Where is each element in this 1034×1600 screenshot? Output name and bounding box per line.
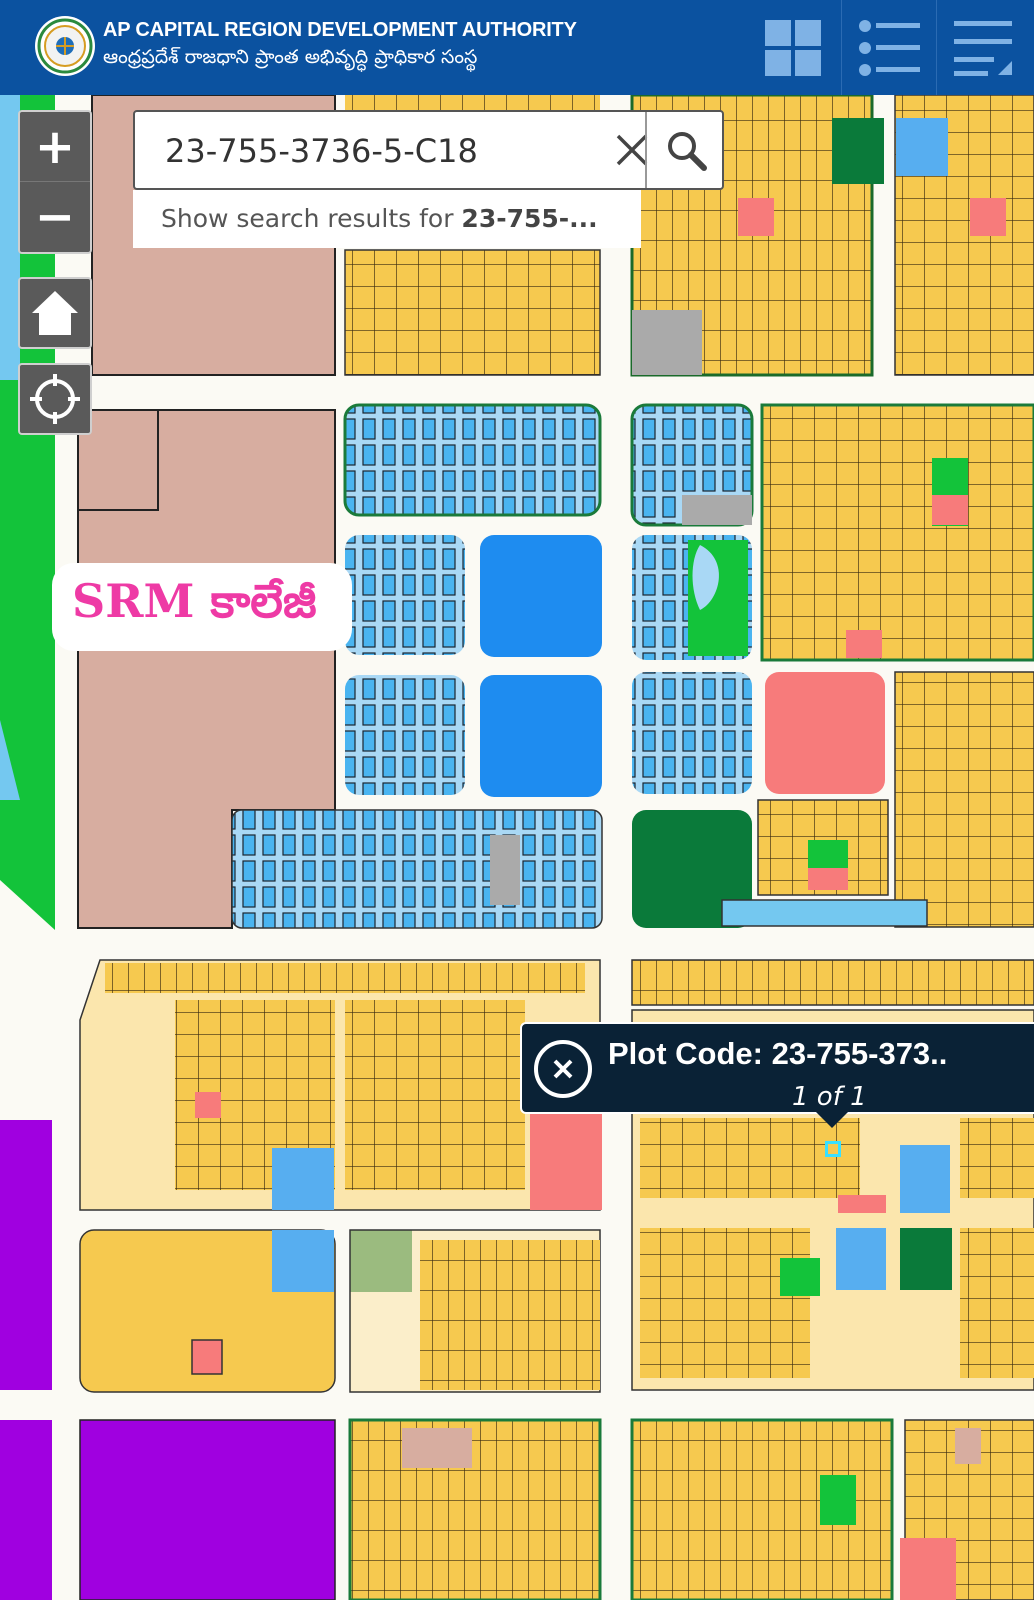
locate-icon [30,374,80,424]
park-1 [832,118,884,184]
grey-plot-2 [490,835,520,905]
title-english: AP CAPITAL REGION DEVELOPMENT AUTHORITY [103,19,577,41]
app-root: AP CAPITAL REGION DEVELOPMENT AUTHORITY … [0,0,1034,1600]
menu-icon [953,20,1012,76]
plots-low-6 [960,1118,1034,1198]
blue-block-1 [343,403,602,517]
pink-plot-9 [900,1538,956,1600]
green-plot-4 [820,1475,856,1525]
locate-button[interactable] [18,363,92,435]
plots-low-8 [960,1228,1034,1378]
home-button[interactable] [18,277,92,349]
pink-plot-7 [838,1195,886,1213]
blue-strip [721,899,928,927]
ap-emblem-logo [34,13,96,79]
search-button[interactable] [645,112,724,188]
water-body-1 [480,535,602,657]
pink-block-1 [765,672,885,794]
search-input[interactable]: 23-755-3736-5-C18 [165,132,478,170]
blue-plot-4 [836,1228,886,1290]
grid-view-button[interactable] [746,0,840,95]
water-strip [0,95,20,380]
pink-plot-4 [846,630,882,658]
blue-plot-1 [896,118,948,176]
close-icon [553,1059,573,1079]
popup-close-button[interactable] [534,1040,592,1098]
blue-block-4 [231,809,603,929]
suggestion-prefix: Show search results for [161,204,462,233]
pink-plot-2 [970,198,1006,236]
pink-plot-3 [932,495,968,525]
plots-top-1 [344,249,601,376]
grid-icon [765,19,821,76]
zoom-in-button[interactable]: + [20,112,90,182]
grey-plot-3 [682,495,752,525]
map-canvas[interactable] [0,93,1034,1600]
pink-plot-6 [195,1092,221,1118]
blue-block-2 [345,535,465,655]
purple-zone-3 [79,1419,336,1600]
pink-plot-8 [191,1339,223,1375]
blue-block-7 [632,672,752,794]
app-header: AP CAPITAL REGION DEVELOPMENT AUTHORITY … [0,0,1034,95]
plots-mid-1 [760,403,1034,662]
institutional-plot [402,1428,472,1468]
title-telugu: ఆంధ్రప్రదేశ్ రాజధాని ప్రాంత అభివృద్ధి ప్… [103,46,478,68]
purple-zone-2 [0,1420,52,1600]
blue-plot-3 [900,1145,950,1213]
plots-low-1 [105,963,585,993]
list-view-button[interactable] [841,0,935,95]
search-suggestion[interactable]: Show search results for 23-755-... [133,190,641,248]
purple-zone-1 [0,1120,52,1390]
grey-plot-1 [632,310,702,375]
plots-low-4 [631,959,1034,1006]
plots-mid-2 [894,671,1034,928]
water-body-2 [480,675,602,797]
list-icon [858,19,920,76]
plots-low-3 [345,1000,525,1190]
institutional-plot-2 [955,1428,981,1464]
srm-college-label: SRM కాలేజీ [52,563,352,651]
search-icon [667,132,707,171]
pink-plot-5 [808,868,848,890]
pink-plot-1 [738,198,774,236]
blue-plot-5 [272,1230,334,1292]
home-icon [32,291,78,335]
plots-bottom-1 [348,1418,602,1600]
selected-plot-marker[interactable] [825,1141,841,1157]
zoom-control: + − [18,110,92,254]
close-icon [616,134,648,166]
zoom-out-button[interactable]: − [20,182,90,252]
plot-popup: Plot Code: 23-755-373.. 1 of 1 [520,1022,1034,1114]
map-svg [0,93,1034,1600]
blue-block-3 [345,675,465,795]
plots-low-5 [640,1118,860,1198]
header-titles: AP CAPITAL REGION DEVELOPMENT AUTHORITY … [103,18,577,71]
park-3 [900,1228,952,1290]
plots-low-9 [420,1240,600,1390]
suggestion-term: 23-755-... [461,204,598,233]
pink-block-2 [530,1112,602,1210]
plots-low-7 [640,1228,810,1378]
popup-count: 1 of 1 [792,1082,867,1112]
blue-plot-2 [272,1148,334,1210]
green-plot-3 [780,1258,820,1296]
search-box: 23-755-3736-5-C18 [133,110,724,190]
menu-button[interactable] [936,0,1030,95]
popup-title: Plot Code: 23-755-373.. [608,1036,948,1071]
popup-pointer [816,1112,848,1128]
